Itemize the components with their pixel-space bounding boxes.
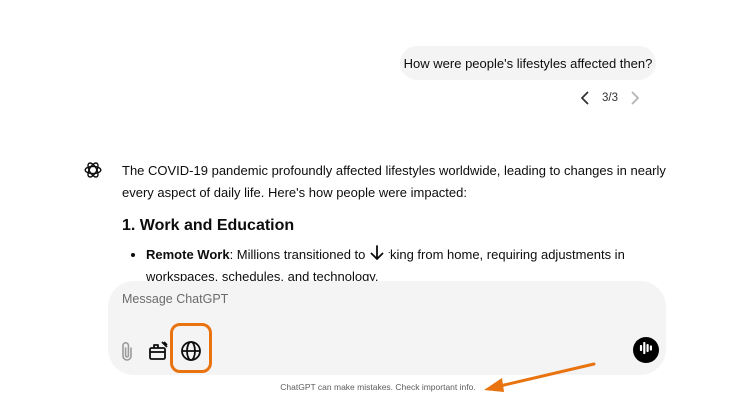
- arrowhead-icon: [484, 378, 504, 392]
- annotation-arrow: [484, 362, 596, 392]
